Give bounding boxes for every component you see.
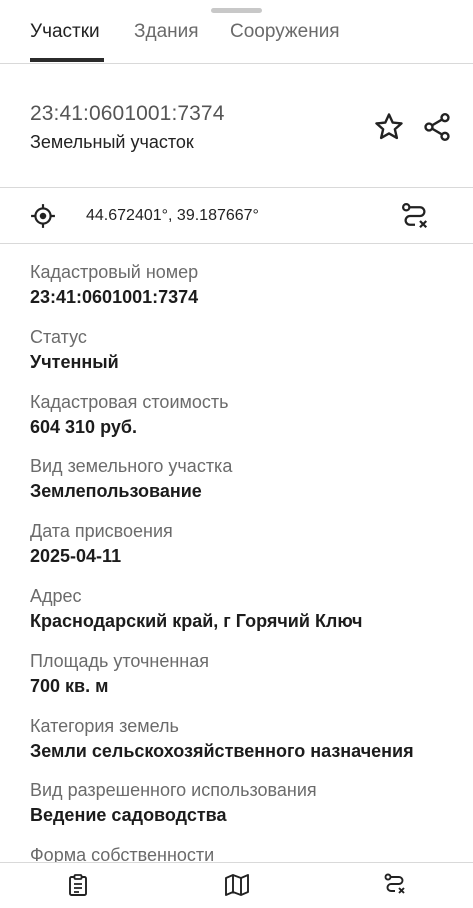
field-land-plot-kind: Вид земельного участка Землепользование — [30, 454, 460, 519]
field-label: Вид разрешенного использования — [30, 780, 317, 801]
field-value: Ведение садоводства — [30, 805, 227, 826]
field-cadastral-value: Кадастровая стоимость 604 310 руб. — [30, 390, 460, 455]
tab-buildings[interactable]: Здания — [134, 21, 199, 43]
tab-structures[interactable]: Сооружения — [230, 21, 340, 43]
field-value: Землепользование — [30, 481, 202, 502]
field-label: Дата присвоения — [30, 521, 173, 542]
cadastral-number-title: 23:41:0601001:7374 — [30, 102, 225, 125]
share-icon[interactable] — [421, 111, 453, 148]
coordinates-row[interactable]: 44.672401°, 39.187667° — [0, 188, 473, 244]
locate-icon[interactable] — [30, 203, 56, 234]
field-permitted-use: Вид разрешенного использования Ведение с… — [30, 778, 460, 843]
coordinates-text: 44.672401°, 39.187667° — [86, 207, 259, 224]
object-header: 23:41:0601001:7374 Земельный участок — [0, 64, 473, 188]
field-assignment-date: Дата присвоения 2025-04-11 — [30, 519, 460, 584]
field-value: Земли сельскохозяйственного назначения — [30, 740, 414, 761]
field-value: 700 кв. м — [30, 675, 109, 696]
object-type: Земельный участок — [30, 132, 194, 152]
field-cadastral-number: Кадастровый номер 23:41:0601001:7374 — [30, 260, 460, 325]
field-value: 23:41:0601001:7374 — [30, 287, 199, 307]
route-cancel-icon[interactable] — [400, 201, 430, 236]
field-value: 604 310 руб. — [30, 416, 137, 437]
map-icon[interactable] — [224, 873, 250, 902]
active-tab-indicator — [30, 58, 104, 62]
tab-bar: Участки Здания Сооружения — [0, 0, 473, 64]
star-icon[interactable] — [373, 111, 405, 148]
tab-plots[interactable]: Участки — [30, 21, 100, 43]
field-label: Кадастровый номер — [30, 262, 199, 282]
field-label: Адрес — [30, 585, 82, 606]
field-label: Площадь уточненная — [30, 650, 209, 671]
field-address: Адрес Краснодарский край, г Горячий Ключ — [30, 584, 460, 649]
bottom-navigation — [0, 862, 473, 900]
clipboard-icon[interactable] — [66, 873, 90, 902]
field-label: Кадастровая стоимость — [30, 391, 229, 412]
route-cancel-icon[interactable] — [383, 872, 407, 901]
field-value: 2025-04-11 — [30, 546, 122, 567]
field-label: Категория земель — [30, 715, 179, 736]
field-label: Вид земельного участка — [30, 456, 233, 477]
field-value: Учтенный — [30, 351, 119, 372]
field-land-category: Категория земель Земли сельскохозяйствен… — [30, 714, 460, 779]
field-status: Статус Учтенный — [30, 325, 460, 390]
field-value: Краснодарский край, г Горячий Ключ — [30, 610, 363, 631]
field-area: Площадь уточненная 700 кв. м — [30, 649, 460, 714]
details-list: Кадастровый номер 23:41:0601001:7374 Ста… — [30, 260, 460, 908]
field-label: Статус — [30, 326, 87, 347]
